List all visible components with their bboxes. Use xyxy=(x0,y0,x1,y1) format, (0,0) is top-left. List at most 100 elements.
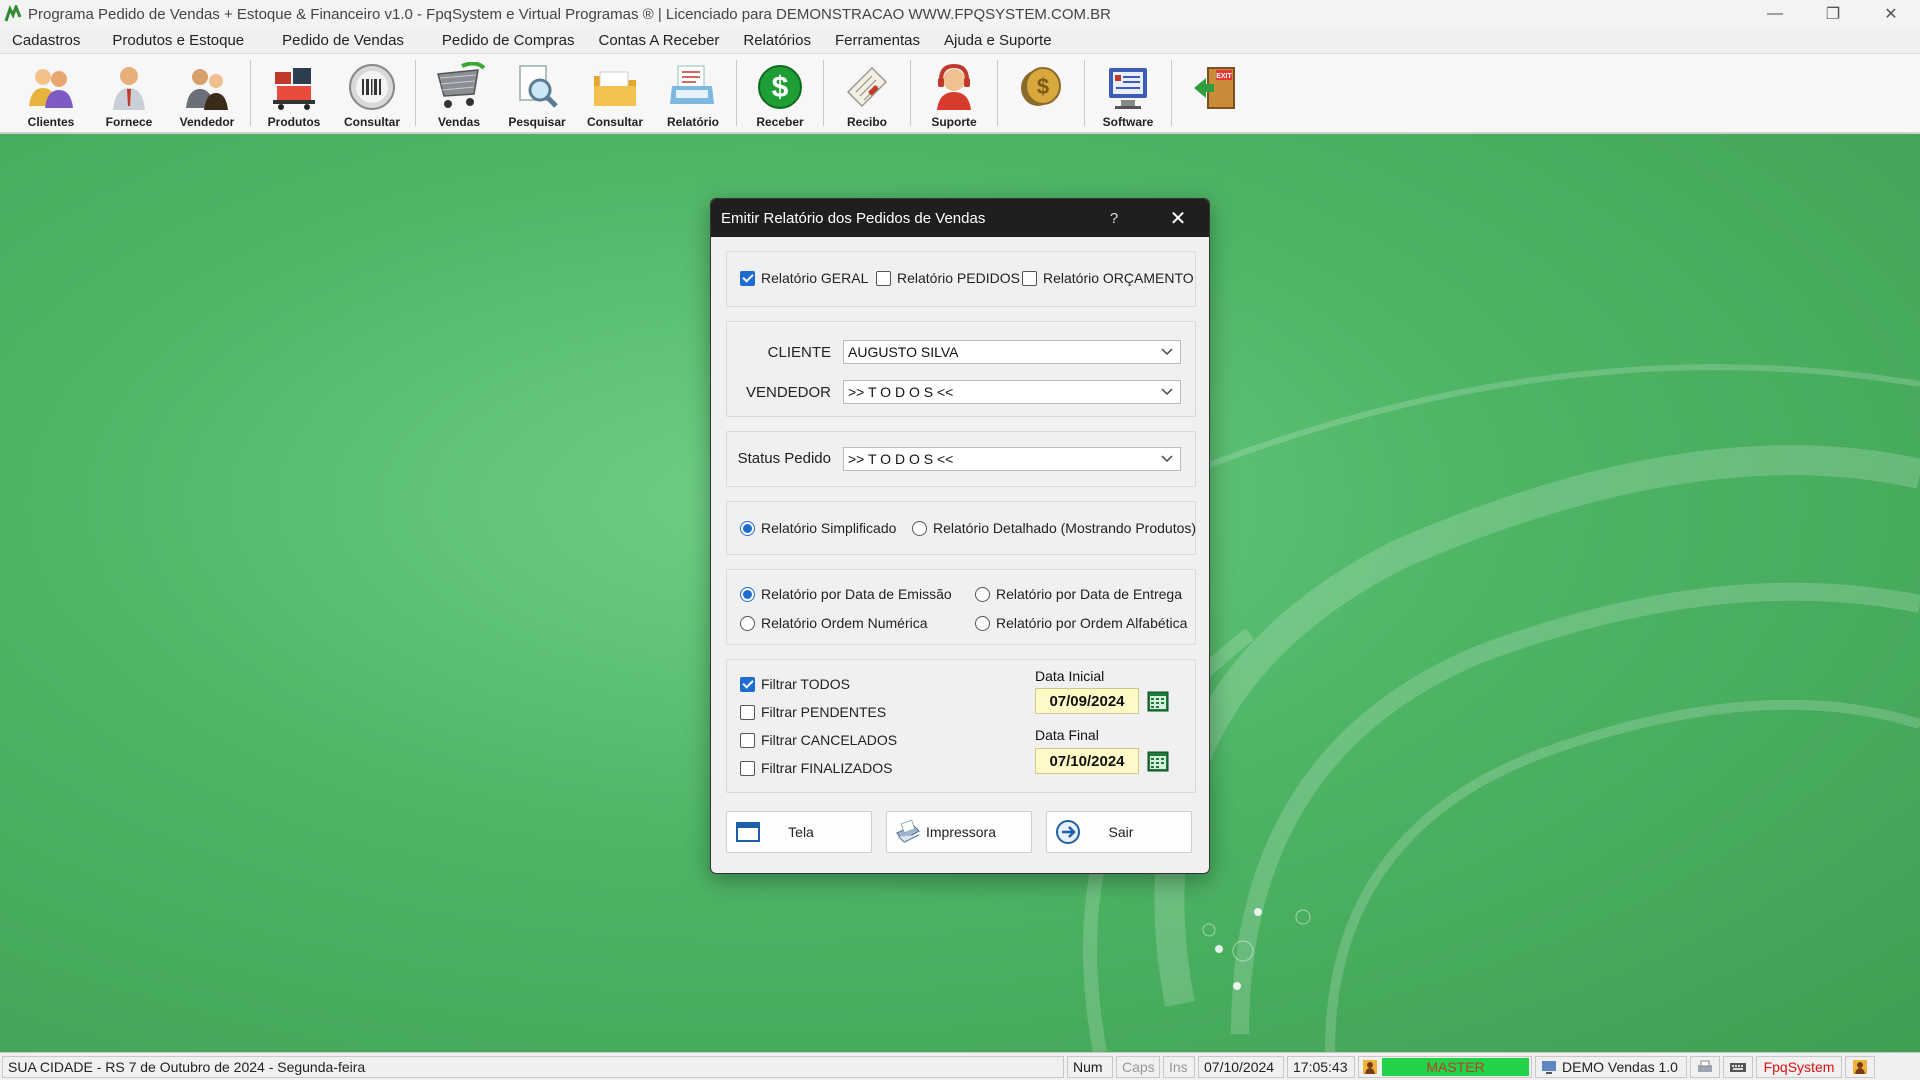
status-keyboard[interactable] xyxy=(1723,1055,1753,1078)
radio-selected xyxy=(740,586,755,602)
menu-bar: Cadastros Produtos e Estoque Pedido de V… xyxy=(0,28,1920,54)
toolbar-produtos-button[interactable]: Produtos xyxy=(255,54,333,132)
toolbar-separator xyxy=(736,60,737,126)
folder-icon xyxy=(588,60,642,114)
impressora-button[interactable]: Impressora xyxy=(886,811,1032,853)
toolbar-suporte-button[interactable]: Suporte xyxy=(915,54,993,132)
status-user: MASTER xyxy=(1358,1055,1532,1078)
keyboard-icon xyxy=(1729,1059,1747,1075)
screen-icon xyxy=(735,819,761,845)
filters-group: Filtrar TODOS Filtrar PENDENTES Filtrar … xyxy=(726,659,1196,793)
dialog-close-icon[interactable]: ✕ xyxy=(1163,199,1193,237)
toolbar-recibo-button[interactable]: Recibo xyxy=(828,54,906,132)
printer-icon xyxy=(895,819,921,845)
menu-relatorios[interactable]: Relatórios xyxy=(731,32,823,49)
report-pedidos-checkbox[interactable]: Relatório PEDIDOS xyxy=(876,270,1020,286)
search-document-icon xyxy=(510,60,564,114)
toolbar-separator xyxy=(997,60,998,126)
status-ins: Ins xyxy=(1163,1055,1195,1078)
simplificado-radio[interactable]: Relatório Simplificado xyxy=(740,520,896,536)
data-emissao-radio[interactable]: Relatório por Data de Emissão xyxy=(740,586,952,602)
checkbox-unchecked xyxy=(1022,270,1037,286)
status-select[interactable]: >> T O D O S << xyxy=(843,447,1181,471)
menu-cadastros[interactable]: Cadastros xyxy=(0,32,92,49)
status-location: SUA CIDADE - RS 7 de Outubro de 2024 - S… xyxy=(2,1055,1064,1078)
tela-button[interactable]: Tela xyxy=(726,811,872,853)
checkbox-checked xyxy=(740,676,755,692)
ordem-alfabetica-radio[interactable]: Relatório por Ordem Alfabética xyxy=(975,615,1187,631)
detail-group: Relatório Simplificado Relatório Detalha… xyxy=(726,501,1196,555)
calendar-icon[interactable] xyxy=(1146,689,1170,713)
close-icon[interactable]: ✕ xyxy=(1862,0,1920,28)
toolbar-fornece-button[interactable]: Fornece xyxy=(90,54,168,132)
status-time: 17:05:43 xyxy=(1287,1055,1355,1078)
toolbar-consultar-2-button[interactable]: Consultar xyxy=(576,54,654,132)
radio-unselected xyxy=(975,615,990,631)
sair-button[interactable]: Sair xyxy=(1046,811,1192,853)
status-group: Status Pedido >> T O D O S << xyxy=(726,431,1196,487)
checkbox-checked xyxy=(740,270,755,286)
toolbar-vendedor-button[interactable]: Vendedor xyxy=(168,54,246,132)
menu-pedido-compras[interactable]: Pedido de Compras xyxy=(430,32,587,49)
toolbar-separator xyxy=(1084,60,1085,126)
detalhado-radio[interactable]: Relatório Detalhado (Mostrando Produtos) xyxy=(912,520,1196,536)
toolbar-separator xyxy=(250,60,251,126)
calendar-icon[interactable] xyxy=(1146,749,1170,773)
data-inicial-input[interactable]: 07/09/2024 xyxy=(1035,688,1139,714)
menu-contas-receber[interactable]: Contas A Receber xyxy=(587,32,732,49)
filtrar-todos-checkbox[interactable]: Filtrar TODOS xyxy=(740,676,850,692)
toolbar-exit-button[interactable]: EXIT xyxy=(1176,54,1254,132)
radio-selected xyxy=(740,520,755,536)
software-icon xyxy=(1101,60,1155,114)
restore-icon[interactable]: ❐ xyxy=(1804,0,1862,28)
coins-icon: $ xyxy=(1014,60,1068,114)
toolbar-financeiro-button[interactable]: $ xyxy=(1002,54,1080,132)
filtrar-finalizados-checkbox[interactable]: Filtrar FINALIZADOS xyxy=(740,760,892,776)
seller-icon xyxy=(180,60,234,114)
toolbar-receber-button[interactable]: $ Receber xyxy=(741,54,819,132)
status-printer[interactable] xyxy=(1690,1055,1720,1078)
report-dialog: Emitir Relatório dos Pedidos de Vendas ?… xyxy=(710,198,1210,874)
svg-text:$: $ xyxy=(1037,74,1049,99)
toolbar-separator xyxy=(910,60,911,126)
toolbar-separator xyxy=(823,60,824,126)
menu-pedido-vendas[interactable]: Pedido de Vendas xyxy=(270,32,416,49)
report-orcamento-checkbox[interactable]: Relatório ORÇAMENTO xyxy=(1022,270,1194,286)
toolbar-relatorio-button[interactable]: Relatório xyxy=(654,54,732,132)
cliente-label: CLIENTE xyxy=(767,344,831,361)
report-type-group: Relatório GERAL Relatório PEDIDOS Relató… xyxy=(726,251,1196,307)
user-icon xyxy=(1361,1058,1379,1076)
ordem-numerica-radio[interactable]: Relatório Ordem Numérica xyxy=(740,615,928,631)
filtrar-pendentes-checkbox[interactable]: Filtrar PENDENTES xyxy=(740,704,886,720)
app-logo-icon xyxy=(2,3,24,25)
cliente-select[interactable]: AUGUSTO SILVA xyxy=(843,340,1181,364)
computer-icon xyxy=(1541,1059,1557,1075)
menu-ferramentas[interactable]: Ferramentas xyxy=(823,32,932,49)
report-geral-checkbox[interactable]: Relatório GERAL xyxy=(740,270,868,286)
minimize-icon[interactable]: — xyxy=(1746,0,1804,28)
toolbar-clientes-button[interactable]: Clientes xyxy=(12,54,90,132)
vendedor-select[interactable]: >> T O D O S << xyxy=(843,380,1181,404)
checkbox-unchecked xyxy=(740,760,755,776)
help-button[interactable]: ? xyxy=(1099,199,1129,237)
svg-text:$: $ xyxy=(772,71,789,104)
dialog-titlebar: Emitir Relatório dos Pedidos de Vendas ?… xyxy=(711,199,1209,237)
user-icon xyxy=(1852,1059,1868,1075)
toolbar-pesquisar-button[interactable]: Pesquisar xyxy=(498,54,576,132)
toolbar-consultar-button[interactable]: Consultar xyxy=(333,54,411,132)
filtrar-cancelados-checkbox[interactable]: Filtrar CANCELADOS xyxy=(740,732,897,748)
order-group: Relatório por Data de Emissão Relatório … xyxy=(726,569,1196,645)
toolbar-software-button[interactable]: Software xyxy=(1089,54,1167,132)
toolbar-vendas-button[interactable]: Vendas xyxy=(420,54,498,132)
data-entrega-radio[interactable]: Relatório por Data de Entrega xyxy=(975,586,1182,602)
status-version: DEMO Vendas 1.0 xyxy=(1535,1055,1687,1078)
dollar-icon: $ xyxy=(753,60,807,114)
dialog-title: Emitir Relatório dos Pedidos de Vendas xyxy=(721,209,986,227)
radio-unselected xyxy=(912,520,927,536)
data-final-input[interactable]: 07/10/2024 xyxy=(1035,748,1139,774)
menu-produtos-estoque[interactable]: Produtos e Estoque xyxy=(100,32,256,49)
status-caps: Caps xyxy=(1116,1055,1160,1078)
window-titlebar: Programa Pedido de Vendas + Estoque & Fi… xyxy=(0,0,1920,28)
chevron-down-icon xyxy=(1160,451,1174,467)
menu-ajuda-suporte[interactable]: Ajuda e Suporte xyxy=(932,32,1064,49)
